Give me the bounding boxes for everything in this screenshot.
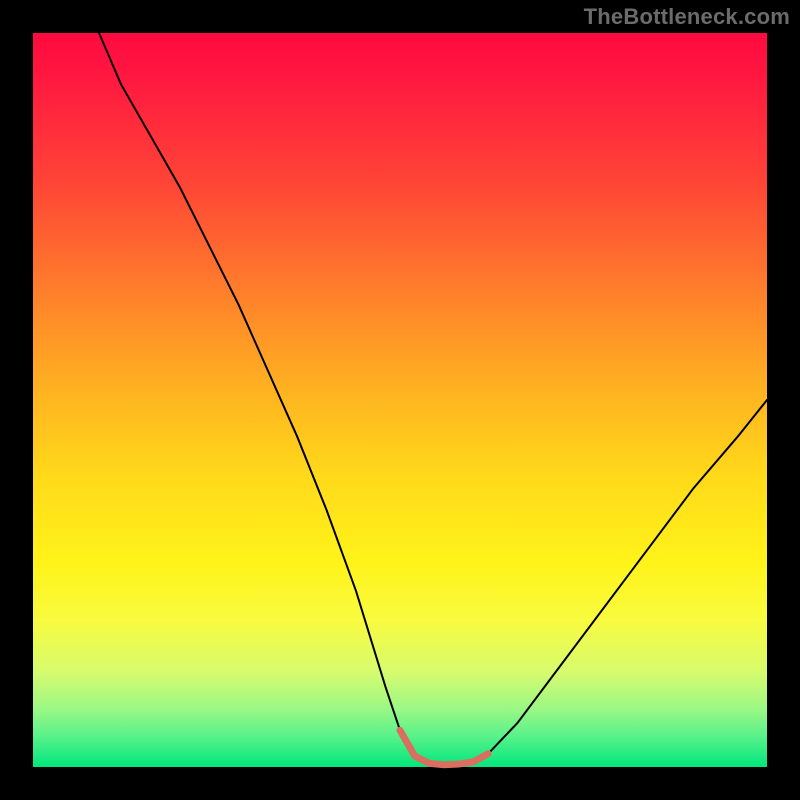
- optimal-range-highlight: [400, 730, 488, 765]
- chart-frame: TheBottleneck.com: [0, 0, 800, 800]
- bottleneck-curve: [99, 33, 767, 765]
- curve-layer: [33, 33, 767, 767]
- watermark-text: TheBottleneck.com: [584, 4, 790, 30]
- plot-area: [33, 33, 767, 767]
